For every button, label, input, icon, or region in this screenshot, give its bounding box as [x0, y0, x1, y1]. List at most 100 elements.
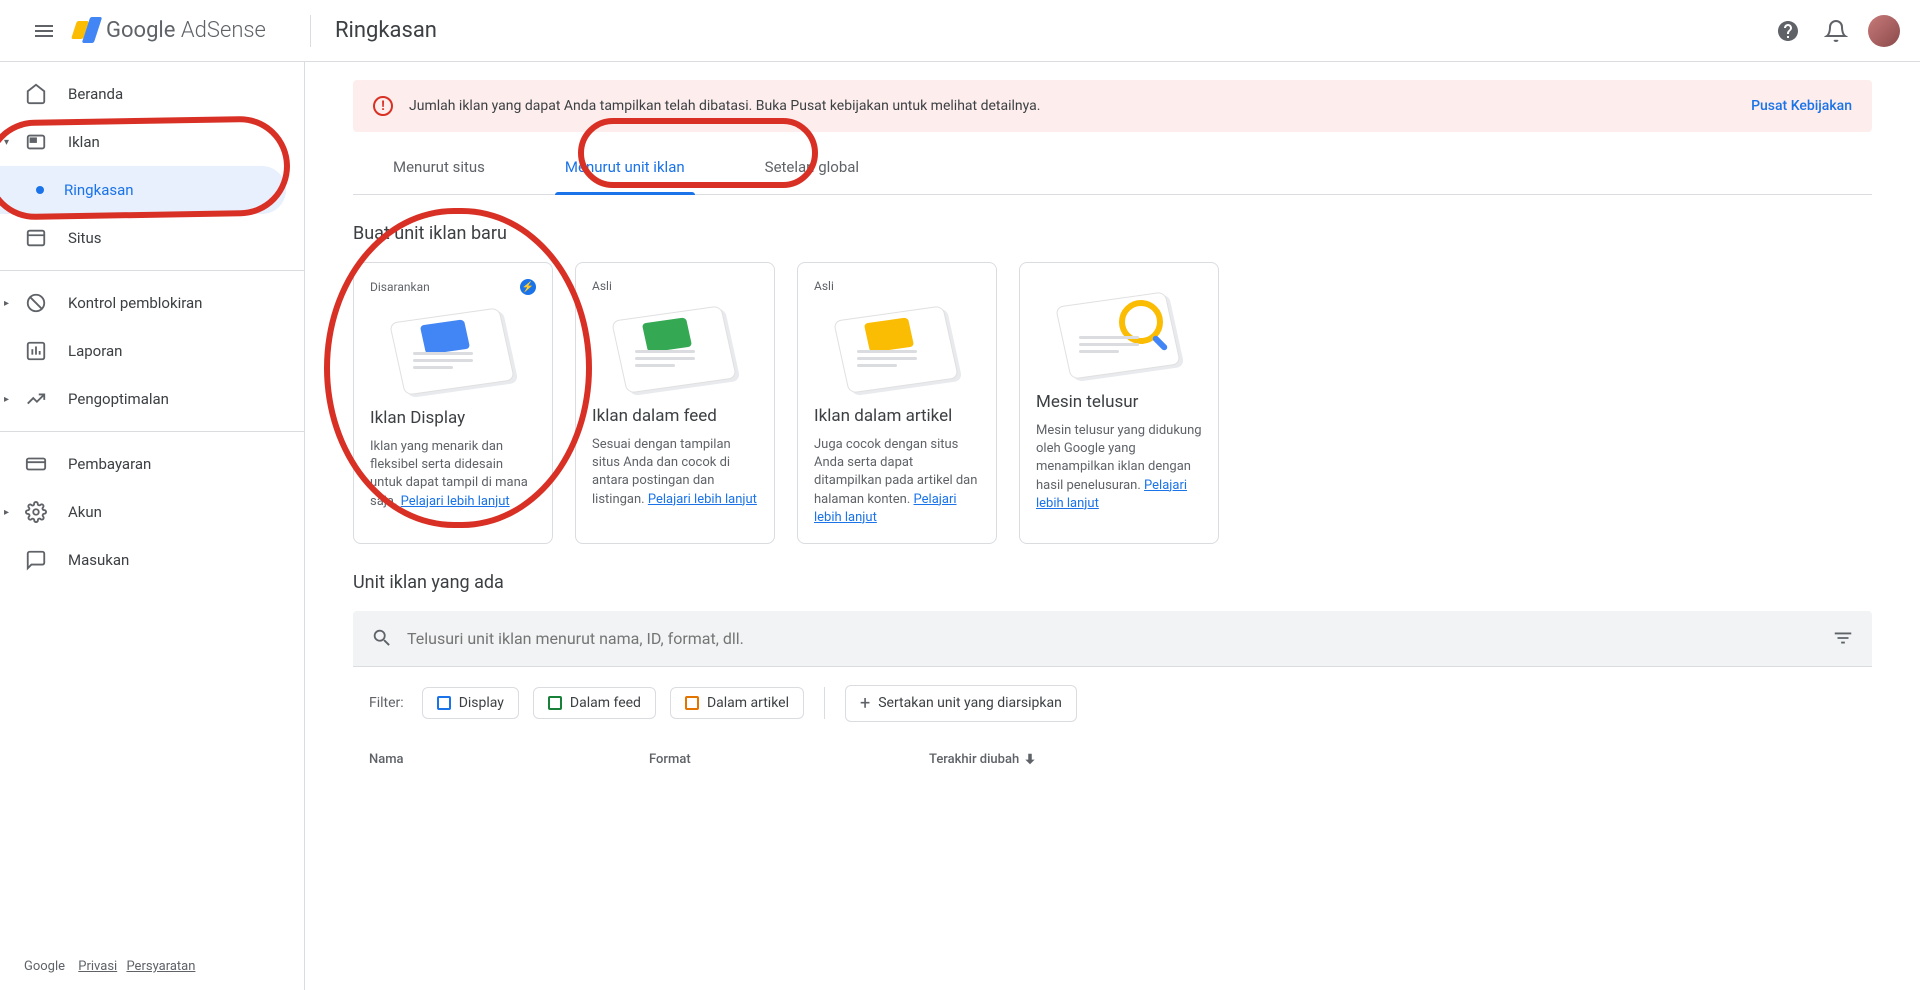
card-desc: Sesuai dengan tampilan situs Anda dan co…: [592, 436, 758, 509]
table-header: Nama Format Terakhir diubah: [353, 740, 1872, 779]
footer-persyaratan[interactable]: Persyaratan: [126, 959, 195, 974]
active-indicator: [36, 186, 44, 194]
card-badge: Disarankan: [370, 280, 430, 294]
card-title: Iklan dalam feed: [592, 406, 758, 426]
nav-label: Pembayaran: [68, 455, 151, 473]
card-mesin-telusur[interactable]: Mesin telusur Mesin telusur yang didukun…: [1019, 262, 1219, 544]
card-iklan-dalam-feed[interactable]: Asli Iklan dalam feed Sesuai dengan tamp…: [575, 262, 775, 544]
nav-pembayaran[interactable]: Pembayaran: [0, 440, 304, 488]
nav-masukan[interactable]: Masukan: [0, 536, 304, 584]
payment-icon: [24, 452, 48, 476]
chip-color-icon: [437, 696, 451, 710]
card-illustration: [370, 301, 536, 396]
nav-label: Iklan: [68, 133, 100, 151]
column-nama[interactable]: Nama: [369, 752, 649, 767]
chip-color-icon: [685, 696, 699, 710]
footer-privasi[interactable]: Privasi: [78, 959, 117, 974]
tab-menurut-unit-iklan[interactable]: Menurut unit iklan: [525, 140, 725, 194]
feedback-icon: [24, 548, 48, 572]
gear-icon: [24, 500, 48, 524]
nav-label: Ringkasan: [64, 181, 134, 199]
notifications-button[interactable]: [1816, 11, 1856, 51]
amp-icon: ⚡: [520, 279, 536, 295]
chip-dalam-artikel[interactable]: Dalam artikel: [670, 687, 804, 719]
alert-icon: !: [373, 96, 393, 116]
nav-label: Masukan: [68, 551, 129, 569]
nav-situs[interactable]: Situs: [0, 214, 304, 262]
help-button[interactable]: [1768, 11, 1808, 51]
trending-icon: [24, 387, 48, 411]
nav-label: Kontrol pemblokiran: [68, 294, 202, 312]
card-badge: Asli: [814, 279, 834, 293]
nav-akun[interactable]: ▸ Akun: [0, 488, 304, 536]
chevron-down-icon: ▾: [4, 137, 9, 148]
card-desc: Juga cocok dengan situs Anda serta dapat…: [814, 436, 980, 527]
card-badge: Asli: [592, 279, 612, 293]
nav-ringkasan[interactable]: Ringkasan: [0, 166, 286, 214]
filter-divider: [824, 687, 825, 719]
card-illustration: [1036, 285, 1202, 380]
column-terakhir-diubah[interactable]: Terakhir diubah: [929, 752, 1037, 767]
card-title: Mesin telusur: [1036, 392, 1202, 412]
header-divider: [310, 15, 311, 47]
plus-icon: +: [860, 693, 870, 714]
existing-unit-title: Unit iklan yang ada: [353, 572, 1872, 593]
bell-icon: [1824, 19, 1848, 43]
adsense-logo-text: Google AdSense: [106, 18, 266, 43]
footer-google[interactable]: Google: [24, 959, 65, 974]
adsense-logo[interactable]: Google AdSense: [72, 17, 266, 45]
nav-label: Laporan: [68, 342, 122, 360]
filter-label: Filter:: [369, 695, 404, 711]
search-icon: [371, 627, 393, 649]
learn-more-link[interactable]: Pelajari lebih lanjut: [401, 494, 510, 509]
nav-label: Akun: [68, 503, 102, 521]
ad-icon: [24, 130, 48, 154]
chip-include-archived[interactable]: +Sertakan unit yang diarsipkan: [845, 685, 1077, 722]
page-title: Ringkasan: [335, 18, 437, 43]
sidebar-footer: Google Privasi Persyaratan: [0, 943, 304, 990]
block-icon: [24, 291, 48, 315]
search-input[interactable]: [407, 629, 1832, 648]
home-icon: [24, 82, 48, 106]
nav-label: Situs: [68, 229, 101, 247]
chip-dalam-feed[interactable]: Dalam feed: [533, 687, 656, 719]
chevron-right-icon: ▸: [4, 394, 9, 405]
report-icon: [24, 339, 48, 363]
site-icon: [24, 226, 48, 250]
nav-beranda[interactable]: Beranda: [0, 70, 304, 118]
chevron-right-icon: ▸: [4, 507, 9, 518]
policy-center-link[interactable]: Pusat Kebijakan: [1751, 98, 1852, 114]
card-iklan-display[interactable]: Disarankan⚡ Iklan Display Iklan yang men…: [353, 262, 553, 544]
arrow-down-icon: [1023, 752, 1037, 766]
card-iklan-dalam-artikel[interactable]: Asli Iklan dalam artikel Juga cocok deng…: [797, 262, 997, 544]
card-illustration: [814, 299, 980, 394]
menu-button[interactable]: [20, 7, 68, 55]
policy-alert: ! Jumlah iklan yang dapat Anda tampilkan…: [353, 80, 1872, 132]
nav-divider: [0, 431, 304, 432]
filter-list-icon[interactable]: [1832, 627, 1854, 649]
alert-text: Jumlah iklan yang dapat Anda tampilkan t…: [409, 98, 1751, 114]
tab-menurut-situs[interactable]: Menurut situs: [353, 140, 525, 194]
card-title: Iklan Display: [370, 408, 536, 428]
user-avatar[interactable]: [1868, 15, 1900, 47]
nav-label: Beranda: [68, 85, 123, 103]
card-title: Iklan dalam artikel: [814, 406, 980, 426]
card-desc: Mesin telusur yang didukung oleh Google …: [1036, 422, 1202, 513]
nav-divider: [0, 270, 304, 271]
help-icon: [1776, 19, 1800, 43]
nav-label: Pengoptimalan: [68, 390, 169, 408]
column-format[interactable]: Format: [649, 752, 929, 767]
search-bar[interactable]: [353, 611, 1872, 667]
card-illustration: [592, 299, 758, 394]
new-unit-title: Buat unit iklan baru: [353, 223, 1872, 244]
adsense-logo-icon: [72, 17, 100, 45]
nav-pengoptimalan[interactable]: ▸ Pengoptimalan: [0, 375, 304, 423]
nav-kontrol-pemblokiran[interactable]: ▸ Kontrol pemblokiran: [0, 279, 304, 327]
chip-display[interactable]: Display: [422, 687, 519, 719]
chip-color-icon: [548, 696, 562, 710]
tab-setelan-global[interactable]: Setelan global: [725, 140, 899, 194]
nav-iklan[interactable]: ▾ Iklan: [0, 118, 304, 166]
learn-more-link[interactable]: Pelajari lebih lanjut: [648, 492, 757, 507]
nav-laporan[interactable]: Laporan: [0, 327, 304, 375]
chevron-right-icon: ▸: [4, 298, 9, 309]
